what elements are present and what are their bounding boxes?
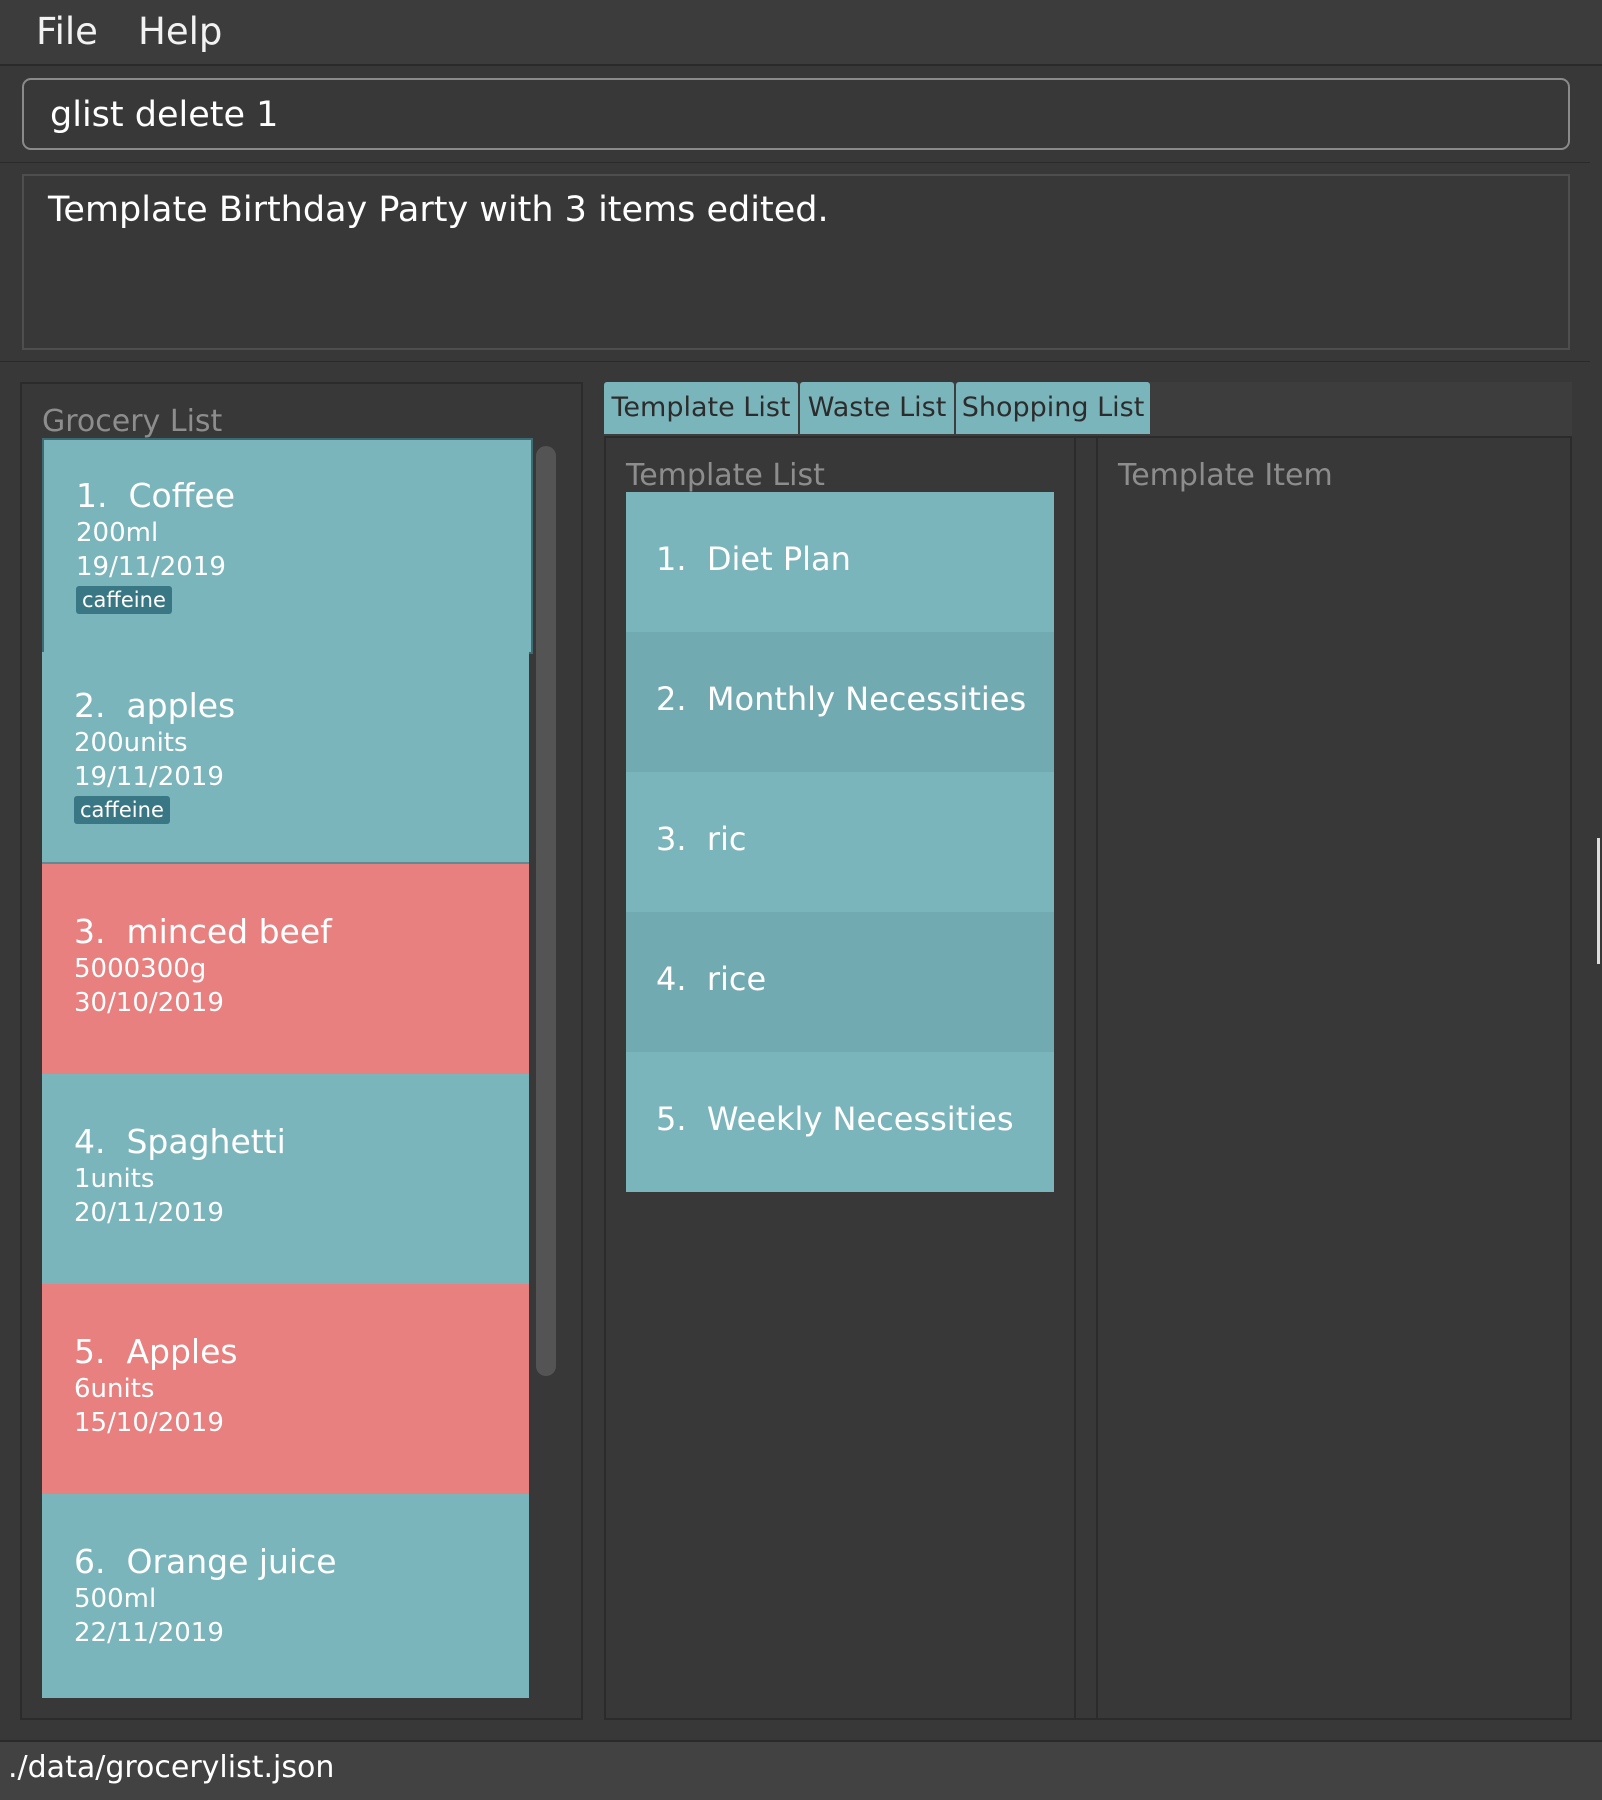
tab-waste-list[interactable]: Waste List xyxy=(800,382,954,434)
command-box xyxy=(22,78,1570,150)
grocery-item-amount: 500ml xyxy=(74,1584,157,1614)
grocery-list-title: Grocery List xyxy=(42,404,223,439)
template-item-panel xyxy=(1096,436,1572,1720)
grocery-item-amount: 1units xyxy=(74,1164,155,1194)
grocery-list-scrollbar[interactable] xyxy=(536,446,556,1376)
grocery-card[interactable]: 5. Apples 6units 15/10/2019 xyxy=(42,1284,529,1496)
tab-template-list[interactable]: Template List xyxy=(604,382,798,434)
grocery-item-amount: 5000300g xyxy=(74,954,207,984)
command-input[interactable] xyxy=(48,80,1542,150)
grocery-item-name: 5. Apples xyxy=(74,1332,238,1371)
grocery-item-date: 19/11/2019 xyxy=(74,762,224,792)
template-item-title: Template Item xyxy=(1118,458,1333,493)
grocery-card[interactable]: 4. Spaghetti 1units 20/11/2019 xyxy=(42,1074,529,1286)
grocery-item-date: 30/10/2019 xyxy=(74,988,224,1018)
result-message: Template Birthday Party with 3 items edi… xyxy=(48,190,829,230)
grocery-item-date: 22/11/2019 xyxy=(74,1618,224,1648)
grocery-item-amount: 6units xyxy=(74,1374,155,1404)
tab-shopping-list[interactable]: Shopping List xyxy=(956,382,1150,434)
menu-file[interactable]: File xyxy=(36,10,98,53)
template-card[interactable]: 2. Monthly Necessities xyxy=(626,632,1054,772)
grocery-item-date: 15/10/2019 xyxy=(74,1408,224,1438)
tag-label: caffeine xyxy=(74,796,170,824)
grocery-item-date: 19/11/2019 xyxy=(76,552,226,582)
grocery-card[interactable]: 6. Orange juice 500ml 22/11/2019 xyxy=(42,1494,529,1698)
template-name: 4. rice xyxy=(656,960,767,998)
menu-bar: File Help xyxy=(0,0,1602,66)
template-card[interactable]: 4. rice xyxy=(626,912,1054,1052)
grocery-item-amount: 200ml xyxy=(76,518,159,548)
template-name: 1. Diet Plan xyxy=(656,540,851,578)
menu-help[interactable]: Help xyxy=(138,10,222,53)
grocery-item-name: 6. Orange juice xyxy=(74,1542,337,1581)
window-edge-marker xyxy=(1597,838,1600,964)
template-name: 5. Weekly Necessities xyxy=(656,1100,1014,1138)
grocery-card[interactable]: 1. Coffee 200ml 19/11/2019 caffeine xyxy=(42,438,533,654)
storage-path: ./data/grocerylist.json xyxy=(8,1750,335,1785)
template-list-title: Template List xyxy=(626,458,825,493)
grocery-item-amount: 200units xyxy=(74,728,188,758)
status-bar: ./data/grocerylist.json xyxy=(0,1740,1602,1800)
template-card[interactable]: 3. ric xyxy=(626,772,1054,912)
grocery-item-name: 4. Spaghetti xyxy=(74,1122,286,1161)
result-display: Template Birthday Party with 3 items edi… xyxy=(22,174,1570,350)
tag-label: caffeine xyxy=(76,586,172,614)
grocery-item-name: 3. minced beef xyxy=(74,912,332,951)
grocery-card[interactable]: 3. minced beef 5000300g 30/10/2019 xyxy=(42,864,529,1076)
template-card[interactable]: 5. Weekly Necessities xyxy=(626,1052,1054,1192)
grocery-item-date: 20/11/2019 xyxy=(74,1198,224,1228)
grocery-item-name: 2. apples xyxy=(74,686,236,725)
template-name: 2. Monthly Necessities xyxy=(656,680,1027,718)
grocery-card[interactable]: 2. apples 200units 19/11/2019 caffeine xyxy=(42,652,529,864)
grocery-item-name: 1. Coffee xyxy=(76,476,236,515)
template-card[interactable]: 1. Diet Plan xyxy=(626,492,1054,632)
template-name: 3. ric xyxy=(656,820,747,858)
